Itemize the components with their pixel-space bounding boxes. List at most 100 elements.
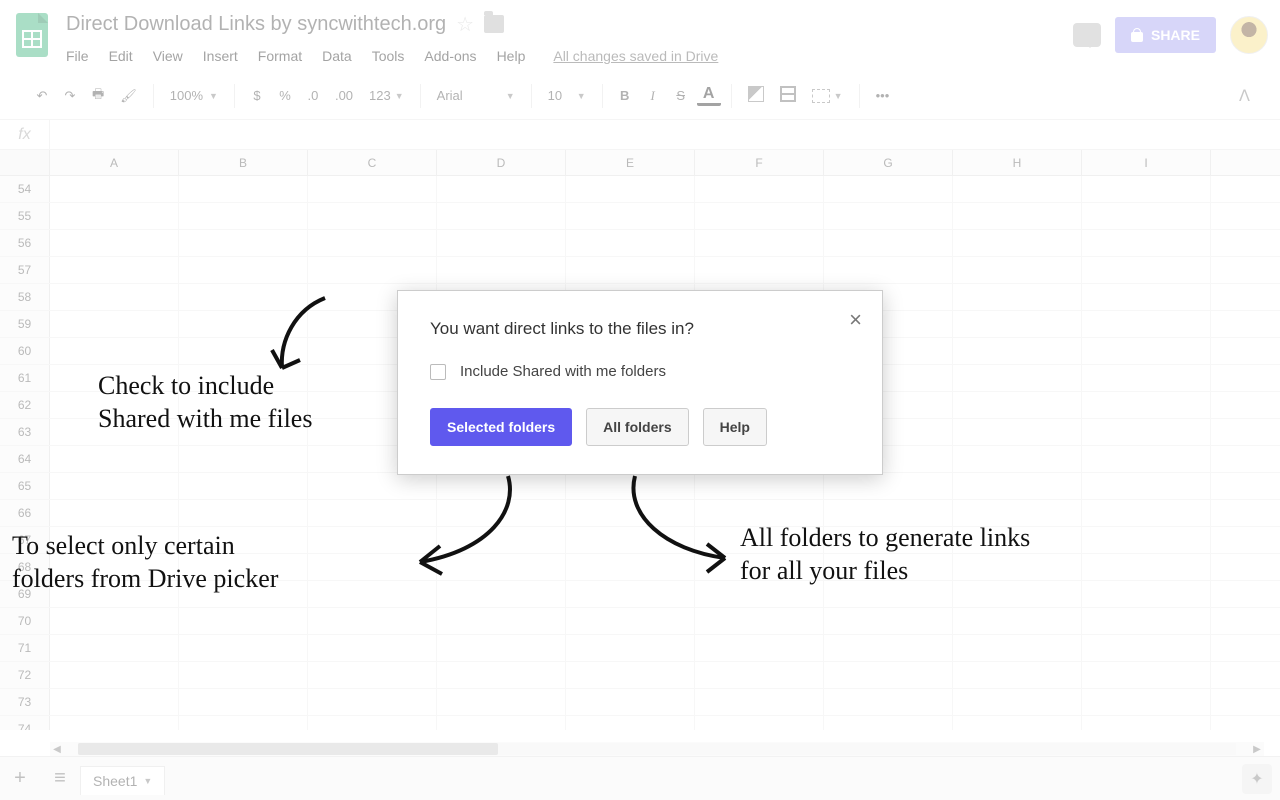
row-header[interactable]: 59 (0, 311, 50, 337)
cell[interactable] (953, 608, 1082, 634)
row-header[interactable]: 60 (0, 338, 50, 364)
cell[interactable] (308, 176, 437, 202)
cell[interactable] (695, 608, 824, 634)
add-sheet-icon[interactable]: + (0, 767, 40, 790)
menu-format[interactable]: Format (258, 48, 302, 64)
cell[interactable] (953, 311, 1082, 337)
cell[interactable] (50, 635, 179, 661)
cell[interactable] (953, 365, 1082, 391)
col-header-F[interactable]: F (695, 150, 824, 175)
cell[interactable] (953, 662, 1082, 688)
cell[interactable] (566, 662, 695, 688)
cell[interactable] (50, 446, 179, 472)
cell[interactable] (824, 716, 953, 730)
bold-icon[interactable]: B (613, 84, 637, 107)
collapse-toolbar-icon[interactable]: ᐱ (1239, 86, 1250, 106)
row-header[interactable]: 54 (0, 176, 50, 202)
col-header-H[interactable]: H (953, 150, 1082, 175)
font-size-select[interactable]: 10▼ (542, 84, 592, 107)
cell[interactable] (1082, 203, 1211, 229)
paint-format-icon[interactable]: 🖌 (114, 84, 143, 108)
cell[interactable] (437, 662, 566, 688)
menu-file[interactable]: File (66, 48, 89, 64)
cell[interactable] (953, 230, 1082, 256)
cell[interactable] (566, 581, 695, 607)
col-header-A[interactable]: A (50, 150, 179, 175)
formula-bar[interactable]: fx (0, 120, 1280, 150)
cell[interactable] (953, 176, 1082, 202)
doc-title[interactable]: Direct Download Links by syncwithtech.or… (66, 13, 446, 36)
cell[interactable] (50, 203, 179, 229)
cell[interactable] (953, 392, 1082, 418)
cell[interactable] (179, 500, 308, 526)
cell[interactable] (437, 716, 566, 730)
row-header[interactable]: 65 (0, 473, 50, 499)
close-icon[interactable]: × (849, 307, 862, 333)
menu-insert[interactable]: Insert (203, 48, 238, 64)
cell[interactable] (695, 176, 824, 202)
zoom-select[interactable]: 100% ▼ (164, 88, 224, 103)
cell[interactable] (50, 500, 179, 526)
cell[interactable] (566, 176, 695, 202)
cell[interactable] (437, 608, 566, 634)
cell[interactable] (824, 608, 953, 634)
merge-icon[interactable]: ▼ (806, 85, 849, 107)
cell[interactable] (824, 257, 953, 283)
cell[interactable] (437, 635, 566, 661)
redo-icon[interactable]: ↷ (58, 84, 82, 108)
cell[interactable] (437, 230, 566, 256)
col-header-D[interactable]: D (437, 150, 566, 175)
strike-icon[interactable]: S (669, 84, 693, 107)
cell[interactable] (953, 257, 1082, 283)
user-avatar[interactable] (1230, 16, 1268, 54)
horizontal-scrollbar[interactable]: ◀ ▶ (50, 742, 1264, 756)
cell[interactable] (953, 473, 1082, 499)
cell[interactable] (308, 662, 437, 688)
cell[interactable] (695, 716, 824, 730)
row-header[interactable]: 62 (0, 392, 50, 418)
cell[interactable] (824, 230, 953, 256)
cell[interactable] (50, 716, 179, 730)
help-button[interactable]: Help (703, 408, 767, 446)
cell[interactable] (953, 446, 1082, 472)
scroll-left-icon[interactable]: ◀ (50, 744, 64, 755)
cell[interactable] (50, 662, 179, 688)
cell[interactable] (1082, 527, 1211, 553)
row-header[interactable]: 66 (0, 500, 50, 526)
cell[interactable] (437, 176, 566, 202)
number-format-select[interactable]: 123▼ (363, 84, 410, 107)
percent-icon[interactable]: % (273, 84, 297, 107)
cell[interactable] (50, 608, 179, 634)
cell[interactable] (437, 203, 566, 229)
cell[interactable] (695, 230, 824, 256)
cell[interactable] (50, 284, 179, 310)
cell[interactable] (179, 473, 308, 499)
cell[interactable] (50, 257, 179, 283)
cell[interactable] (1082, 635, 1211, 661)
cell[interactable] (50, 338, 179, 364)
all-folders-button[interactable]: All folders (586, 408, 688, 446)
cell[interactable] (179, 689, 308, 715)
cell[interactable] (1082, 392, 1211, 418)
cell[interactable] (308, 689, 437, 715)
cell[interactable] (824, 635, 953, 661)
cell[interactable] (1082, 365, 1211, 391)
cell[interactable] (953, 419, 1082, 445)
fill-color-icon[interactable] (742, 82, 770, 109)
row-header[interactable]: 73 (0, 689, 50, 715)
scroll-right-icon[interactable]: ▶ (1250, 744, 1264, 755)
cell[interactable] (566, 230, 695, 256)
cell[interactable] (179, 230, 308, 256)
cell[interactable] (1082, 581, 1211, 607)
row-header[interactable]: 72 (0, 662, 50, 688)
cell[interactable] (179, 635, 308, 661)
cell[interactable] (1082, 311, 1211, 337)
more-icon[interactable]: ••• (870, 84, 896, 107)
row-header[interactable]: 63 (0, 419, 50, 445)
cell[interactable] (1082, 419, 1211, 445)
cell[interactable] (566, 203, 695, 229)
row-header[interactable]: 70 (0, 608, 50, 634)
cell[interactable] (695, 689, 824, 715)
cell[interactable] (1082, 473, 1211, 499)
cell[interactable] (308, 230, 437, 256)
